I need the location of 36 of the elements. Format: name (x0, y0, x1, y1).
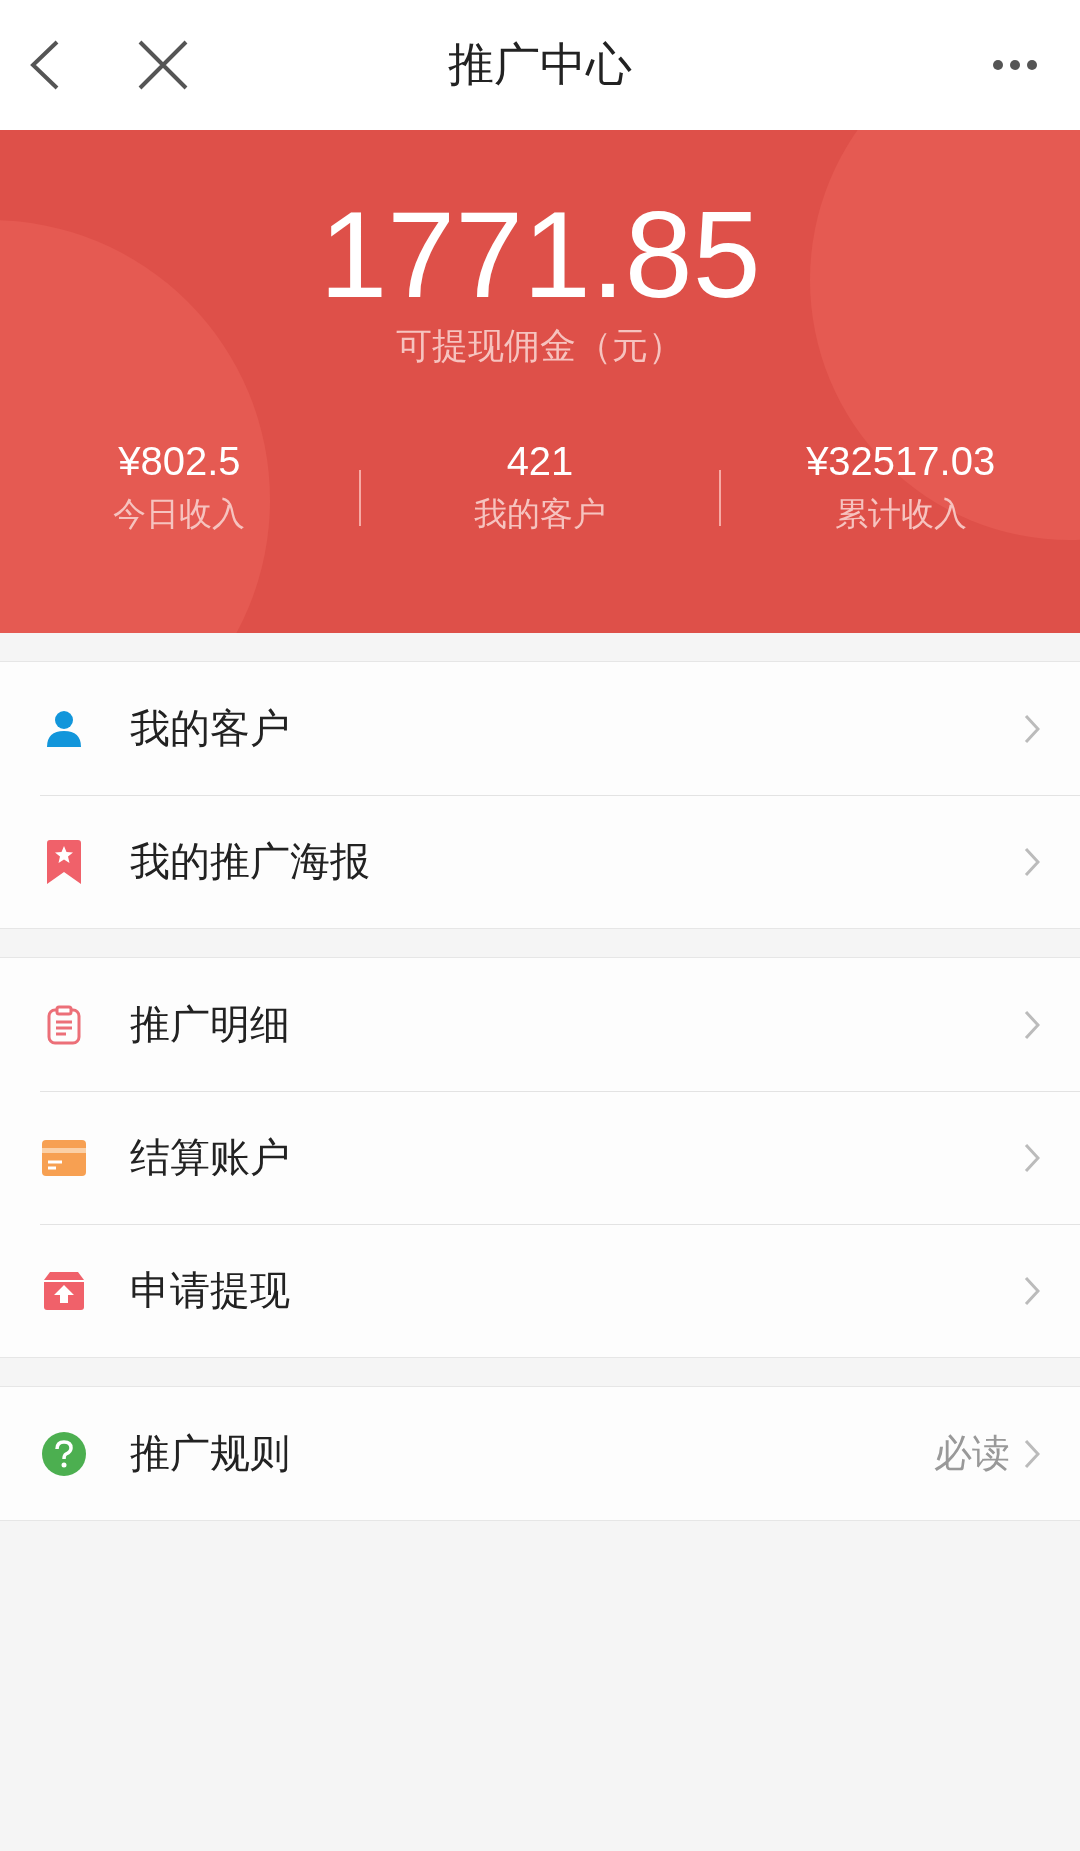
menu-label: 申请提现 (130, 1266, 290, 1315)
menu-item[interactable]: 我的推广海报 (0, 795, 1080, 928)
stat-label: 累计收入 (834, 493, 967, 535)
upload-box-icon (43, 1271, 84, 1310)
chevron-right-icon (1024, 1009, 1040, 1040)
stat-value: 421 (506, 439, 574, 484)
close-icon[interactable] (138, 40, 188, 90)
chevron-right-icon (1024, 846, 1040, 877)
menu-item[interactable]: 申请提现 (0, 1224, 1080, 1357)
balance-label: 可提现佣金（元） (396, 324, 684, 368)
chevron-right-icon (1024, 1142, 1040, 1173)
menu-label: 推广规则 (130, 1429, 290, 1478)
stat-value: ¥802.5 (118, 439, 241, 484)
menu-item[interactable]: 推广明细 (0, 958, 1080, 1091)
question-icon (41, 1431, 86, 1476)
chevron-right-icon (1024, 713, 1040, 744)
menu-item[interactable]: 推广规则 必读 (0, 1387, 1080, 1520)
chevron-right-icon (1024, 1438, 1040, 1469)
menu-item[interactable]: 结算账户 (0, 1091, 1080, 1224)
menu-label: 我的客户 (130, 704, 290, 753)
back-icon[interactable] (30, 40, 60, 90)
menu-label: 结算账户 (130, 1133, 290, 1182)
menu-label: 推广明细 (130, 1000, 290, 1049)
page-title: 推广中心 (448, 36, 632, 93)
stat-label: 我的客户 (474, 493, 606, 535)
chevron-right-icon (1024, 1275, 1040, 1306)
clipboard-icon (46, 1004, 81, 1045)
card-icon (41, 1139, 86, 1176)
stat-value: ¥32517.03 (806, 439, 996, 484)
menu-item[interactable]: 我的客户 (0, 662, 1080, 795)
hint-text: 必读 (934, 1430, 1010, 1477)
stat-label: 今日收入 (113, 493, 246, 535)
balance-amount: 1771.85 (319, 190, 761, 320)
menu-label: 我的推广海报 (130, 837, 370, 886)
more-icon[interactable] (992, 59, 1038, 71)
bookmark-star-icon (46, 839, 81, 884)
